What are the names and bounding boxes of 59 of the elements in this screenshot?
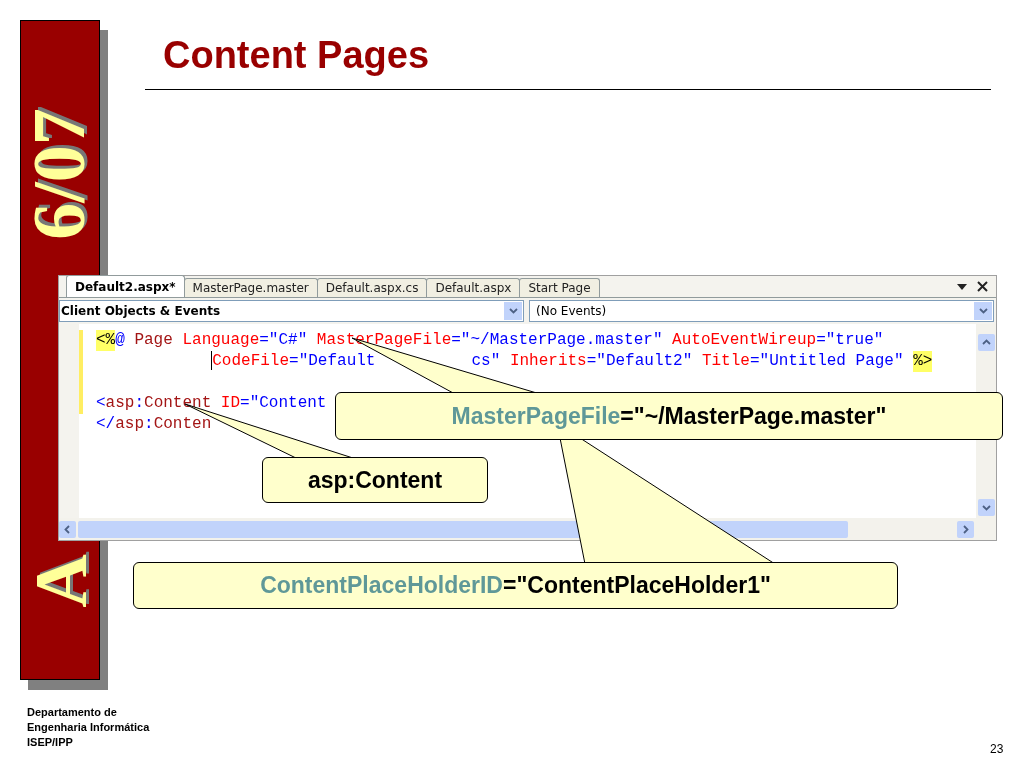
footer-text: Engenharia Informática (27, 720, 150, 735)
chevron-down-icon (981, 504, 991, 511)
callout-text: ContentPlaceHolderID="ContentPlaceHolder1" (260, 571, 771, 601)
code-text: asp (105, 393, 135, 414)
close-icon[interactable] (977, 281, 988, 292)
footer-text: ISEP/IPP (27, 735, 74, 750)
event-dropdown[interactable]: (No Events) (529, 300, 994, 322)
dropdown-button[interactable] (974, 302, 992, 320)
dropdown-button[interactable] (504, 302, 522, 320)
code-text: ID (220, 393, 241, 414)
banner-text: 6/07 (21, 107, 99, 242)
code-text: ="Default (289, 351, 376, 372)
code-text: ="C#" (259, 330, 309, 351)
page-number: 23 (990, 741, 1004, 758)
callout-text: MasterPageFile="~/MasterPage.master" (451, 401, 887, 431)
dropdown-value: (No Events) (535, 303, 608, 320)
chevron-up-icon (981, 339, 991, 346)
code-text: ="Default2" (586, 351, 694, 372)
code-text: cs" (471, 351, 502, 372)
scroll-left-button[interactable] (59, 520, 76, 538)
code-text: < (96, 393, 106, 414)
code-text: Title (701, 351, 750, 372)
editor-tab[interactable]: MasterPage.master (183, 278, 318, 297)
editor-tab[interactable]: Default.aspx.cs (316, 278, 428, 297)
code-text: asp (115, 414, 144, 435)
code-text: CodeFile (212, 351, 290, 372)
code-text: @ (115, 330, 126, 351)
code-text: Conten (153, 414, 212, 435)
code-text: Language (182, 330, 260, 351)
chevron-right-icon (962, 524, 969, 534)
editor-tab[interactable]: Default2.aspx* (66, 275, 185, 297)
code-text: %> (913, 351, 933, 372)
chevron-left-icon (64, 524, 71, 534)
code-text: ="Content (240, 393, 327, 414)
code-text: </ (96, 414, 116, 435)
code-text: : (144, 414, 154, 435)
chevron-down-icon (978, 308, 988, 314)
code-text: AutoEventWireup (672, 330, 817, 351)
code-text: ="~/MasterPage.master" (451, 330, 664, 351)
scroll-up-button[interactable] (977, 334, 995, 351)
callout-text: asp:Content (307, 465, 443, 495)
object-dropdown[interactable]: Client Objects & Events (59, 300, 524, 322)
footer-text: Departamento de (27, 705, 118, 720)
scroll-down-button[interactable] (977, 499, 995, 516)
slide-title: Content Pages (163, 33, 430, 78)
chevron-down-icon (508, 308, 518, 314)
code-text: ="Untitled Page" (749, 351, 905, 372)
scroll-right-button[interactable] (957, 520, 974, 538)
code-text: Content (144, 393, 213, 414)
code-text: : (134, 393, 145, 414)
editor-tab[interactable]: Start Page (519, 278, 600, 297)
code-text: MasterPageFile (316, 330, 452, 351)
dropdown-icon[interactable] (957, 284, 967, 290)
editor-tab[interactable]: Default.aspx (426, 278, 521, 297)
dropdown-value: Client Objects & Events (60, 303, 222, 320)
code-text: Inherits (509, 351, 587, 372)
banner-text: A (21, 553, 99, 610)
code-text: Page (134, 330, 174, 351)
code-text: ="true" (816, 330, 884, 351)
